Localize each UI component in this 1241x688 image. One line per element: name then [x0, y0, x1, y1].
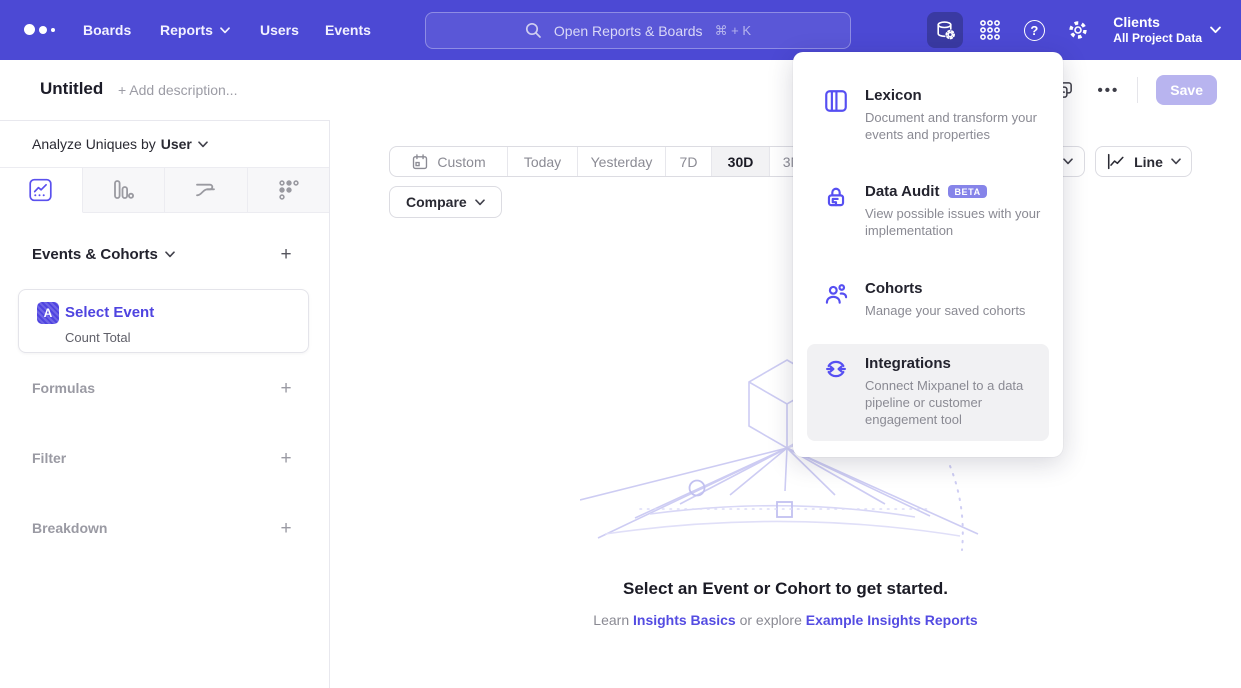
nav-boards[interactable]: Boards — [83, 0, 131, 60]
apps-grid-button[interactable] — [977, 17, 1003, 43]
insights-basics-link[interactable]: Insights Basics — [633, 612, 736, 628]
integrations-icon — [823, 356, 849, 382]
range-30d[interactable]: 30D — [711, 147, 769, 176]
series-a-badge: A — [37, 302, 59, 324]
cohorts-icon — [823, 281, 849, 307]
menu-item-data-audit[interactable]: Data Audit BETA View possible issues wit… — [807, 172, 1049, 252]
chevron-down-icon — [220, 27, 230, 34]
event-card[interactable]: A Select Event Count Total — [18, 289, 309, 353]
menu-item-title: Data Audit BETA — [865, 183, 1047, 200]
tab-metrics-grid[interactable] — [248, 168, 330, 213]
bar-chart-tab-icon — [111, 178, 135, 202]
more-options-button[interactable]: ••• — [1098, 82, 1120, 99]
range-today[interactable]: Today — [507, 147, 577, 176]
analyze-label: Analyze Uniques by — [32, 136, 156, 152]
menu-item-description: Document and transform your events and p… — [865, 109, 1047, 143]
count-total-label[interactable]: Count Total — [65, 330, 131, 345]
filter-label: Filter — [32, 450, 66, 466]
or-explore-text: or explore — [740, 612, 802, 628]
chart-type-dropdown[interactable]: Line — [1095, 146, 1192, 177]
menu-item-title: Integrations — [865, 355, 1047, 372]
gear-icon — [1066, 18, 1090, 42]
search-input[interactable]: Open Reports & Boards ⌘ + K — [425, 12, 851, 49]
menu-item-description: View possible issues with your implement… — [865, 205, 1047, 239]
project-switcher[interactable]: Clients All Project Data — [1113, 14, 1202, 47]
menu-item-cohorts[interactable]: Cohorts Manage your saved cohorts — [807, 269, 1049, 332]
menu-item-integrations[interactable]: Integrations Connect Mixpanel to a data … — [807, 344, 1049, 441]
add-event-button[interactable]: + — [278, 247, 294, 263]
data-management-popover: Lexicon Document and transform your even… — [793, 52, 1063, 457]
menu-item-lexicon[interactable]: Lexicon Document and transform your even… — [807, 76, 1049, 156]
nav-users[interactable]: Users — [260, 0, 299, 60]
tab-bar-chart[interactable] — [83, 168, 166, 213]
data-management-button[interactable] — [927, 12, 963, 48]
search-icon — [525, 22, 542, 39]
breakdown-label: Breakdown — [32, 520, 107, 536]
divider — [1137, 77, 1138, 103]
search-placeholder: Open Reports & Boards — [554, 23, 703, 39]
mixpanel-insights-page: Boards Reports Users Events Open Reports… — [0, 0, 1241, 688]
line-chart-tab-icon — [28, 178, 53, 202]
chevron-down-icon — [1063, 158, 1073, 165]
range-7d[interactable]: 7D — [665, 147, 711, 176]
events-cohorts-section-header[interactable]: Events & Cohorts — [32, 246, 175, 263]
line-chart-icon — [1106, 152, 1126, 171]
menu-item-description: Connect Mixpanel to a data pipeline or c… — [865, 377, 1047, 428]
report-description-placeholder[interactable]: + Add description... — [118, 82, 237, 98]
compare-dropdown[interactable]: Compare — [389, 186, 502, 218]
flow-sankey-tab-icon — [193, 178, 218, 202]
add-breakdown-button[interactable]: + — [278, 521, 294, 537]
empty-state-subtitle: Learn Insights Basics or explore Example… — [330, 612, 1241, 628]
beta-badge: BETA — [948, 185, 986, 198]
data-audit-icon — [823, 184, 849, 210]
search-shortcut: ⌘ + K — [715, 23, 752, 39]
range-yesterday[interactable]: Yesterday — [577, 147, 665, 176]
chevron-down-icon — [1210, 26, 1221, 34]
nav-right-cluster: ? Clients All Project Data — [927, 0, 1221, 60]
database-gear-icon — [934, 19, 957, 42]
chart-type-tabbar — [0, 168, 329, 213]
lexicon-icon — [823, 88, 849, 114]
apps-grid-icon — [978, 18, 1002, 42]
settings-button[interactable] — [1065, 17, 1091, 43]
chevron-down-icon — [165, 251, 175, 258]
add-filter-button[interactable]: + — [278, 451, 294, 467]
nav-events[interactable]: Events — [325, 0, 371, 60]
chevron-down-icon — [1171, 158, 1181, 165]
report-canvas: Custom Today Yesterday 7D 30D 3M 6M Line… — [330, 120, 1241, 688]
query-builder-sidebar: Analyze Uniques by User — [0, 120, 330, 688]
tab-insights-line[interactable] — [0, 168, 83, 213]
save-button[interactable]: Save — [1156, 75, 1217, 105]
top-navigation-bar: Boards Reports Users Events Open Reports… — [0, 0, 1241, 60]
report-title[interactable]: Untitled — [40, 79, 103, 99]
learn-prefix: Learn — [593, 612, 629, 628]
mixpanel-logo-icon[interactable] — [24, 24, 55, 35]
menu-item-title: Lexicon — [865, 87, 1047, 104]
help-icon: ? — [1024, 20, 1045, 41]
calendar-icon — [411, 153, 429, 171]
project-name: All Project Data — [1113, 31, 1202, 46]
add-formula-button[interactable]: + — [278, 381, 294, 397]
date-range-control: Custom Today Yesterday 7D 30D 3M 6M — [389, 146, 862, 177]
menu-item-title: Cohorts — [865, 280, 1047, 297]
report-actions: ••• Save — [1054, 60, 1217, 120]
dots-grid-tab-icon — [276, 178, 300, 202]
formulas-label: Formulas — [32, 380, 95, 396]
empty-state-title: Select an Event or Cohort to get started… — [330, 579, 1241, 599]
analyze-uniques-dropdown[interactable]: Analyze Uniques by User — [0, 121, 329, 168]
help-button[interactable]: ? — [1021, 17, 1047, 43]
org-name: Clients — [1113, 14, 1202, 32]
nav-reports[interactable]: Reports — [160, 0, 230, 60]
select-event-label[interactable]: Select Event — [65, 304, 154, 321]
tab-flow-chart[interactable] — [165, 168, 248, 213]
range-custom[interactable]: Custom — [390, 147, 507, 176]
chevron-down-icon — [475, 199, 485, 206]
menu-item-description: Manage your saved cohorts — [865, 302, 1047, 319]
analyze-value: User — [161, 136, 192, 152]
chevron-down-icon — [198, 141, 208, 148]
example-insights-reports-link[interactable]: Example Insights Reports — [806, 612, 978, 628]
